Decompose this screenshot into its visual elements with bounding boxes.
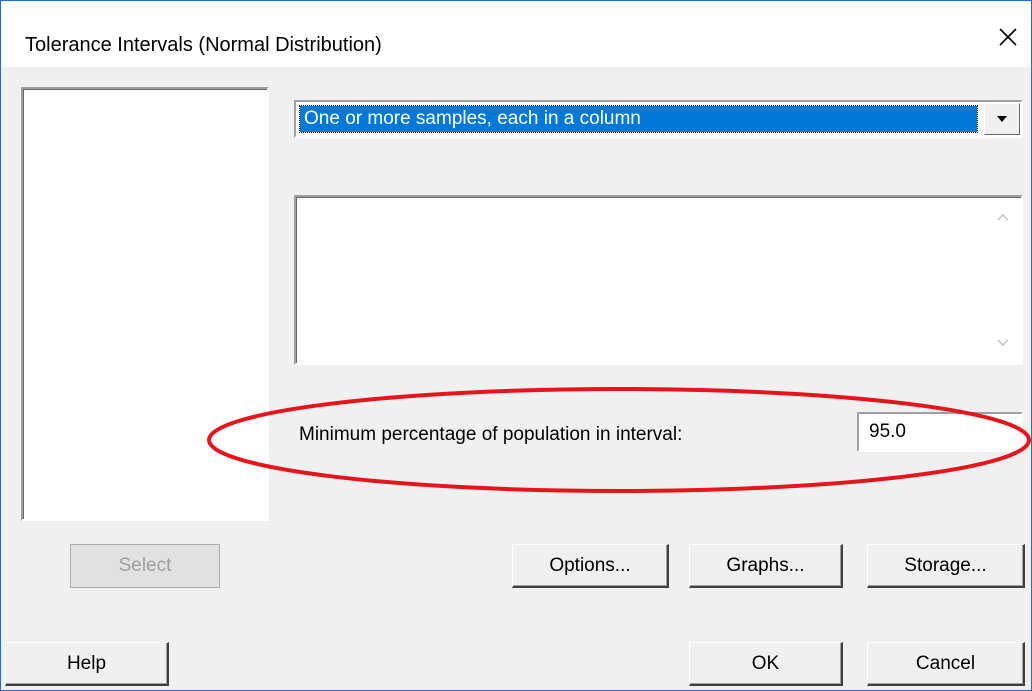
help-button[interactable]: Help [5,642,169,686]
options-button[interactable]: Options... [512,544,669,588]
input-mode-dropdown[interactable]: One or more samples, each in a column [294,100,1023,138]
ok-button[interactable]: OK [689,642,843,686]
scroll-down-icon [997,339,1009,346]
scroll-up-button[interactable] [991,207,1015,227]
dropdown-arrow-button[interactable] [984,103,1020,135]
window-title: Tolerance Intervals (Normal Distribution… [25,34,382,56]
samples-columns-field[interactable] [294,195,1023,365]
close-button[interactable] [985,19,1031,55]
scroll-up-icon [997,214,1009,221]
population-percent-input[interactable] [857,412,1023,452]
title-bar: Tolerance Intervals (Normal Distribution… [1,1,1031,67]
input-mode-selected[interactable]: One or more samples, each in a column [299,105,978,133]
chevron-down-icon [997,116,1007,122]
scroll-down-button[interactable] [991,333,1015,353]
population-percent-label: Minimum percentage of population in inte… [299,424,683,445]
graphs-button[interactable]: Graphs... [689,544,843,588]
cancel-button[interactable]: Cancel [867,642,1025,686]
close-icon [999,28,1017,46]
storage-button[interactable]: Storage... [867,544,1025,588]
variable-list[interactable] [21,87,269,521]
tolerance-intervals-dialog: Tolerance Intervals (Normal Distribution… [0,0,1032,691]
select-button[interactable]: Select [70,544,220,588]
